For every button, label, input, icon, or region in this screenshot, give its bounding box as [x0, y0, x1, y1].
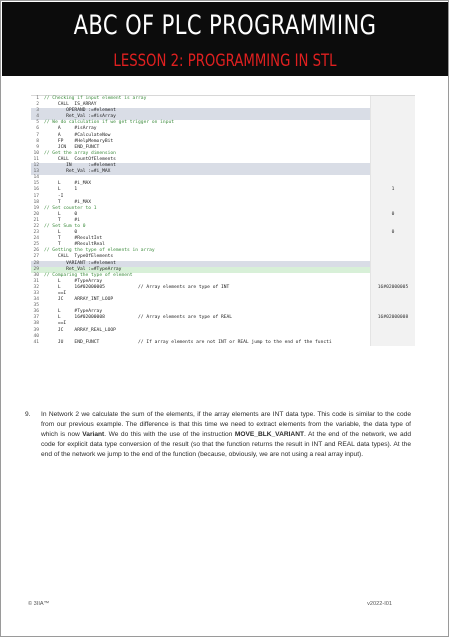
document-page: ABC OF PLC PROGRAMMING LESSON 2: PROGRAM…: [0, 0, 449, 637]
lesson-subtitle: LESSON 2: PROGRAMMING IN STL: [113, 51, 337, 71]
page-title: ABC OF PLC PROGRAMMING: [73, 10, 377, 41]
step-paragraph: 9. In Network 2 we calculate the sum of …: [25, 410, 411, 460]
code-text: JU END_FUNCT // If array elements are no…: [44, 339, 332, 345]
paragraph-bold-instruction: MOVE_BLK_VARIANT: [234, 431, 304, 439]
page-header: ABC OF PLC PROGRAMMING LESSON 2: PROGRAM…: [2, 2, 448, 76]
footer-version: v2022-I01: [367, 601, 392, 607]
step-number: 9.: [25, 411, 31, 418]
paragraph-bold-variant: Variant: [82, 431, 105, 439]
stl-code-listing: 1// Checking if input element is array 2 …: [31, 95, 415, 346]
line-number: 41: [33, 339, 39, 345]
footer-copyright: © 3IIA™: [28, 601, 50, 607]
paragraph-text-2: . We do this with the use of the instruc…: [104, 431, 235, 439]
code-line: 41 JU END_FUNCT // If array elements are…: [31, 339, 415, 346]
value-cell: [370, 339, 415, 346]
